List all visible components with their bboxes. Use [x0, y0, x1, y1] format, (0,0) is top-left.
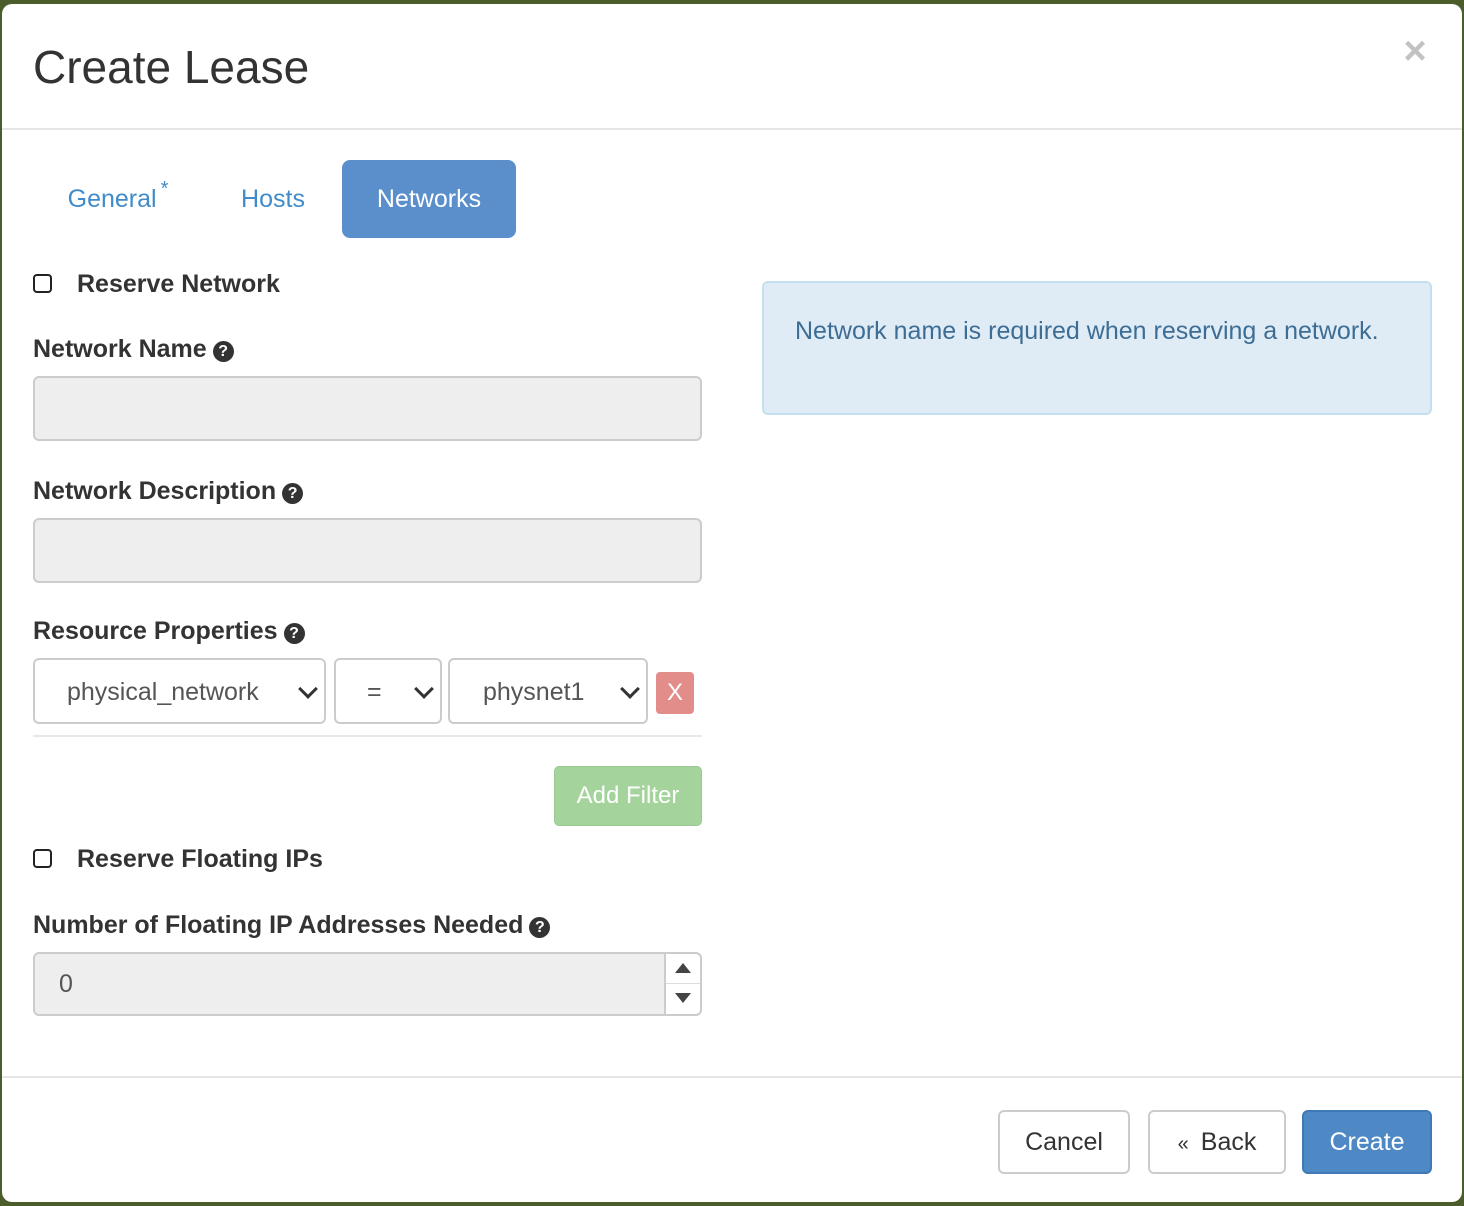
floating-ip-count-value: 0: [59, 970, 73, 998]
dialog-title: Create Lease: [33, 41, 310, 93]
question-circle-icon[interactable]: ?: [282, 483, 304, 504]
caret-down-icon: [675, 993, 691, 1003]
operator-select[interactable]: =: [334, 658, 442, 724]
network-description-label: Network Description?: [33, 477, 304, 506]
question-circle-icon[interactable]: ?: [283, 623, 305, 644]
decrement-button[interactable]: [666, 984, 700, 1014]
remove-filter-button[interactable]: X: [656, 672, 694, 714]
add-filter-button[interactable]: Add Filter: [554, 766, 702, 826]
network-name-label: Network Name?: [33, 335, 234, 364]
property-select-value: physical_network: [67, 678, 259, 706]
floating-ip-count-label-text: Number of Floating IP Addresses Needed: [33, 911, 524, 939]
create-button[interactable]: Create: [1302, 1110, 1432, 1174]
tab-general[interactable]: General *: [33, 160, 203, 238]
chevron-down-icon: [298, 679, 318, 699]
close-icon[interactable]: ×: [1398, 31, 1432, 71]
value-select-value: physnet1: [483, 678, 585, 706]
reserve-network-checkbox[interactable]: [33, 274, 52, 293]
tab-hosts[interactable]: Hosts: [203, 160, 343, 238]
operator-select-value: =: [367, 678, 382, 706]
network-name-input[interactable]: [33, 376, 702, 441]
number-spinner: [664, 954, 700, 1014]
property-select[interactable]: physical_network: [33, 658, 326, 724]
floating-ip-count-input[interactable]: 0: [33, 952, 702, 1016]
back-button[interactable]: « Back: [1148, 1110, 1286, 1174]
create-lease-dialog: Create Lease × General * Hosts Networks R…: [2, 4, 1462, 1202]
cancel-button[interactable]: Cancel: [998, 1110, 1130, 1174]
chevron-down-icon: [414, 679, 434, 699]
tab-networks-label: Networks: [376, 185, 482, 213]
resource-properties-label-text: Resource Properties: [33, 617, 278, 645]
question-circle-icon[interactable]: ?: [212, 341, 234, 362]
increment-button[interactable]: [666, 954, 700, 984]
tab-hosts-label: Hosts: [241, 185, 305, 213]
reserve-floating-ips-checkbox[interactable]: [33, 849, 52, 868]
floating-ip-count-label: Number of Floating IP Addresses Needed?: [33, 911, 551, 940]
tab-general-label: General: [67, 185, 157, 213]
caret-up-icon: [675, 963, 691, 973]
info-alert: Network name is required when reserving …: [762, 281, 1432, 415]
back-button-label: Back: [1200, 1128, 1257, 1156]
reserve-floating-ips-label: Reserve Floating IPs: [77, 845, 323, 873]
reserve-network-label: Reserve Network: [77, 270, 280, 298]
network-name-label-text: Network Name: [33, 335, 207, 363]
question-circle-icon[interactable]: ?: [529, 917, 551, 938]
required-asterisk: *: [160, 178, 169, 200]
network-description-input[interactable]: [33, 518, 702, 583]
dialog-footer: Cancel « Back Create: [2, 1076, 1462, 1202]
resource-properties-label: Resource Properties?: [33, 617, 305, 646]
network-description-label-text: Network Description: [33, 477, 277, 505]
value-select[interactable]: physnet1: [448, 658, 648, 724]
info-message: Network name is required when reserving …: [795, 317, 1379, 345]
dialog-header: Create Lease ×: [2, 4, 1462, 130]
double-chevron-left-icon: «: [1177, 1133, 1189, 1155]
tab-networks[interactable]: Networks: [342, 160, 516, 238]
filter-divider: [33, 735, 702, 737]
chevron-down-icon: [620, 679, 640, 699]
